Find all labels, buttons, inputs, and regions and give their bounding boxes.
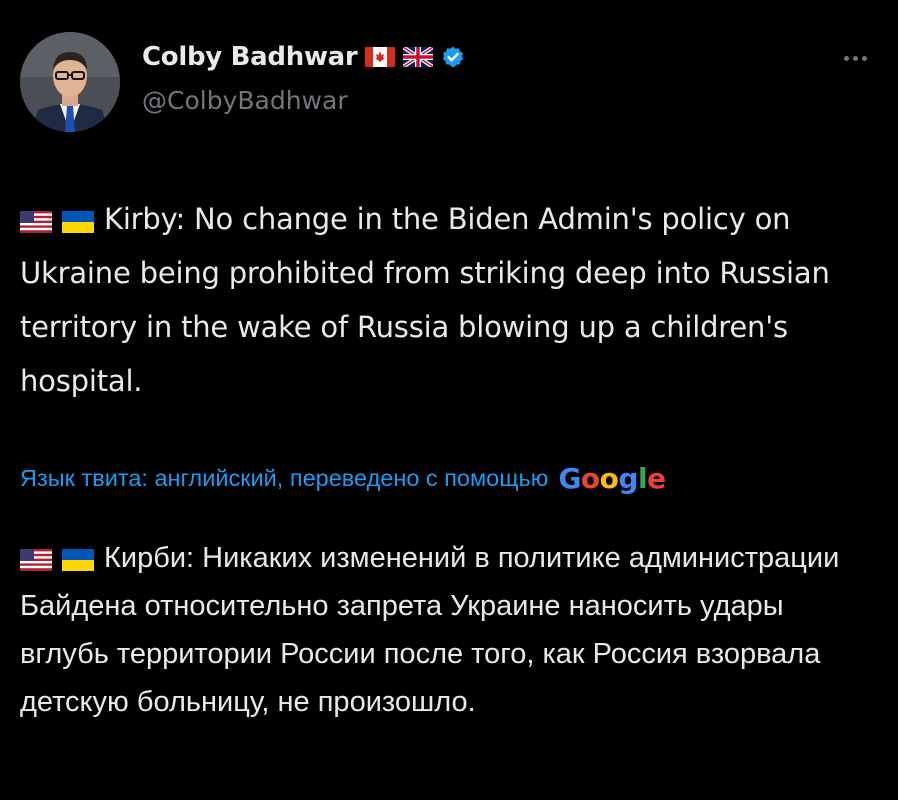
translated-tweet-text: Кирби: Никаких изменений в политике адми…: [20, 534, 880, 726]
canada-flag-icon: [365, 47, 396, 67]
translation-attribution[interactable]: Язык твита: английский, переведено с пом…: [20, 462, 666, 495]
avatar[interactable]: [20, 32, 120, 132]
more-options-icon[interactable]: [844, 56, 867, 61]
ukraine-flag-icon: [62, 549, 94, 571]
ukraine-flag-icon: [62, 211, 94, 233]
translation-label: Язык твита: английский, переведено с пом…: [20, 465, 549, 491]
google-logo: Google: [558, 462, 666, 495]
usa-flag-icon: [20, 211, 52, 233]
author-name-row: Colby Badhwar: [142, 42, 465, 72]
tweet-body: Kirby: No change in the Biden Admin's po…: [20, 202, 830, 398]
author-handle[interactable]: @ColbyBadhwar: [142, 86, 348, 115]
author-display-name[interactable]: Colby Badhwar: [142, 42, 358, 72]
uk-flag-icon: [403, 47, 434, 67]
more-dot: [853, 56, 858, 61]
tweet-text: Kirby: No change in the Biden Admin's po…: [20, 192, 880, 408]
translated-body: Кирби: Никаких изменений в политике адми…: [20, 542, 840, 718]
more-dot: [862, 56, 867, 61]
usa-flag-icon: [20, 549, 52, 571]
more-dot: [844, 56, 849, 61]
verified-badge-icon[interactable]: [441, 45, 465, 69]
